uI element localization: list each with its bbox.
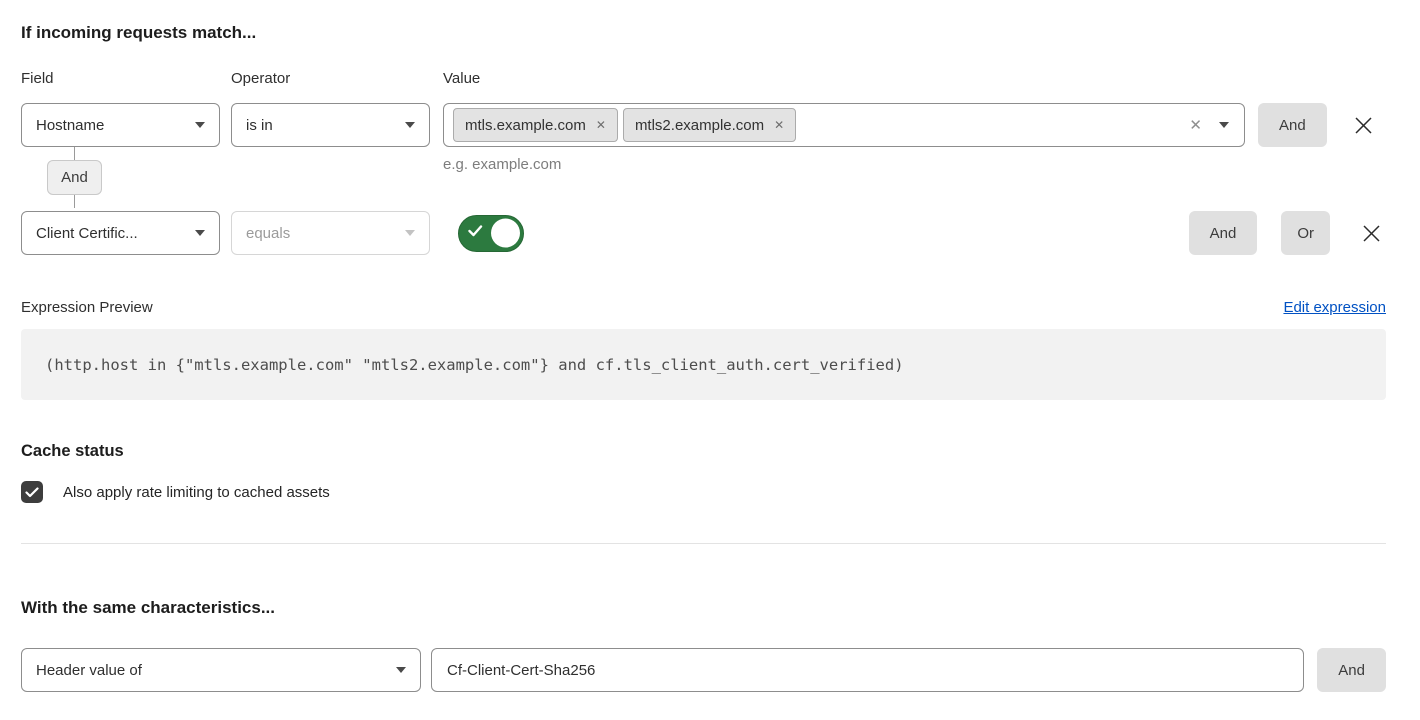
row2-actions: And Or bbox=[1189, 211, 1386, 255]
delete-row2-button[interactable] bbox=[1356, 224, 1386, 243]
row-connector-area: And e.g. example.com bbox=[21, 147, 1386, 211]
connector-line bbox=[74, 147, 75, 160]
section-divider bbox=[21, 543, 1386, 544]
value-tag-text: mtls.example.com bbox=[465, 117, 586, 134]
connector-line bbox=[74, 195, 75, 208]
field-select-row1[interactable]: Hostname bbox=[21, 103, 220, 147]
value-tag-text: mtls2.example.com bbox=[635, 117, 764, 134]
operator-select-row1[interactable]: is in bbox=[231, 103, 430, 147]
cert-verified-toggle-on[interactable] bbox=[458, 215, 524, 252]
characteristic-select-value: Header value of bbox=[36, 662, 142, 679]
value-column-label: Value bbox=[443, 70, 480, 87]
rule-row-2: Client Certific... equals And Or bbox=[21, 211, 1386, 255]
expression-code: (http.host in {"mtls.example.com" "mtls2… bbox=[45, 356, 904, 374]
operator-select-row2-disabled: equals bbox=[231, 211, 430, 255]
cache-status-title: Cache status bbox=[21, 442, 1386, 461]
cache-checkbox-row: Also apply rate limiting to cached asset… bbox=[21, 481, 1386, 503]
add-or-condition-button-row2[interactable]: Or bbox=[1281, 211, 1330, 255]
chevron-down-icon bbox=[195, 230, 205, 236]
close-icon bbox=[1362, 224, 1381, 243]
column-labels: Field Operator Value bbox=[21, 70, 1386, 87]
operator-select-row2-value: equals bbox=[246, 225, 290, 242]
characteristics-title: With the same characteristics... bbox=[21, 598, 1386, 618]
field-select-row2[interactable]: Client Certific... bbox=[21, 211, 220, 255]
clear-value-icon[interactable]: ✕ bbox=[1189, 118, 1202, 133]
expression-code-block: (http.host in {"mtls.example.com" "mtls2… bbox=[21, 329, 1386, 400]
expression-preview-label: Expression Preview bbox=[21, 299, 153, 316]
operator-select-row1-value: is in bbox=[246, 117, 273, 134]
delete-row1-button[interactable] bbox=[1349, 103, 1379, 147]
characteristic-select[interactable]: Header value of bbox=[21, 648, 421, 692]
chevron-down-icon bbox=[396, 667, 406, 673]
cached-assets-checkbox-label: Also apply rate limiting to cached asset… bbox=[63, 484, 330, 501]
remove-tag-icon[interactable]: ✕ bbox=[774, 119, 784, 131]
field-column-label: Field bbox=[21, 70, 231, 87]
header-name-input[interactable] bbox=[431, 648, 1304, 692]
chevron-down-icon bbox=[405, 230, 415, 236]
value-multiselect-row1[interactable]: mtls.example.com ✕ mtls2.example.com ✕ ✕ bbox=[443, 103, 1245, 147]
row-connector-and-button[interactable]: And bbox=[47, 160, 102, 195]
remove-tag-icon[interactable]: ✕ bbox=[596, 119, 606, 131]
field-select-row2-value: Client Certific... bbox=[36, 225, 138, 242]
add-and-condition-button-row2[interactable]: And bbox=[1189, 211, 1258, 255]
chevron-down-icon bbox=[405, 122, 415, 128]
cached-assets-checkbox-checked[interactable] bbox=[21, 481, 43, 503]
chevron-down-icon bbox=[195, 122, 205, 128]
close-icon bbox=[1354, 116, 1373, 135]
characteristics-row: Header value of And bbox=[21, 648, 1386, 692]
value-tag: mtls.example.com ✕ bbox=[453, 108, 618, 142]
field-select-row1-value: Hostname bbox=[36, 117, 104, 134]
match-section-title: If incoming requests match... bbox=[21, 23, 1386, 43]
toggle-knob bbox=[491, 219, 520, 248]
check-icon bbox=[25, 487, 39, 498]
add-and-condition-button-row1[interactable]: And bbox=[1258, 103, 1327, 147]
operator-column-label: Operator bbox=[231, 70, 443, 87]
add-characteristic-button[interactable]: And bbox=[1317, 648, 1386, 692]
value-tag: mtls2.example.com ✕ bbox=[623, 108, 796, 142]
check-icon bbox=[468, 224, 483, 242]
rule-builder: If incoming requests match... Field Oper… bbox=[0, 0, 1420, 692]
value-helper-text: e.g. example.com bbox=[443, 156, 561, 173]
connector-column: And bbox=[44, 147, 105, 208]
rule-row-1: Hostname is in mtls.example.com ✕ mtls2.… bbox=[21, 103, 1386, 147]
chevron-down-icon[interactable] bbox=[1219, 122, 1229, 128]
expression-header: Expression Preview Edit expression bbox=[21, 299, 1386, 316]
edit-expression-link[interactable]: Edit expression bbox=[1283, 299, 1386, 316]
value-combo-controls: ✕ bbox=[1189, 118, 1229, 133]
